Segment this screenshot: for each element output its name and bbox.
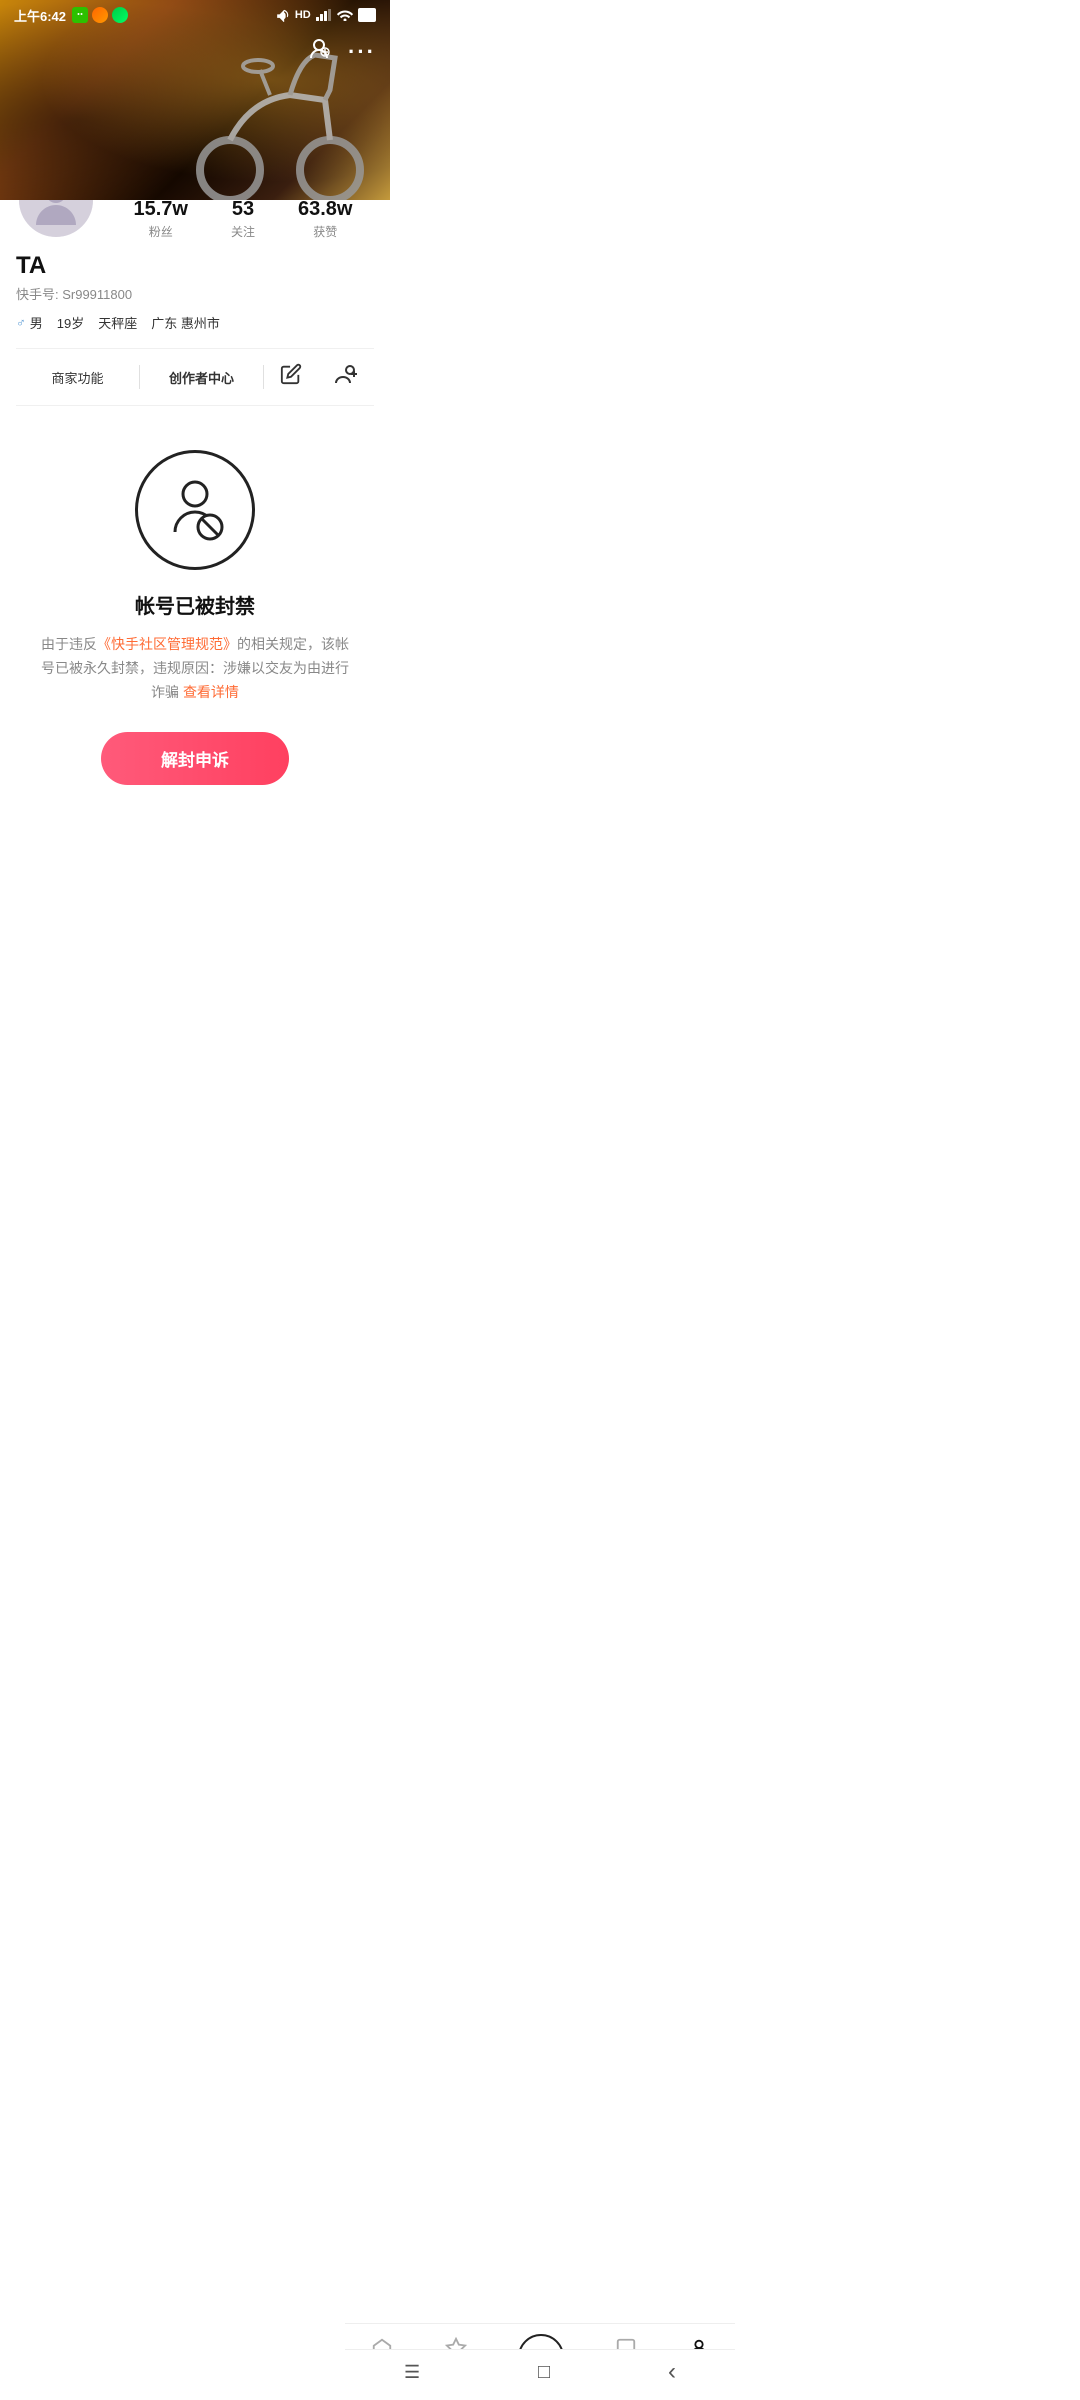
add-user-icon [334,363,358,385]
creator-center-btn[interactable]: 创作者中心 [140,364,263,391]
hd-badge: HD [295,9,311,21]
gender-tag: ♂ 男 [16,313,43,332]
edit-profile-btn[interactable] [264,359,318,395]
likes-count: 63.8w [298,198,352,221]
constellation-tag: 天秤座 [98,313,137,332]
wifi-icon [337,9,353,21]
likes-stat[interactable]: 63.8w 获赞 [298,198,352,240]
action-row: 商家功能 创作者中心 [16,348,374,406]
fans-count: 15.7w [134,198,188,221]
ban-icon [155,470,235,550]
battery-icon: 91 [358,8,376,22]
fans-stat[interactable]: 15.7w 粉丝 [134,198,188,240]
fans-label: 粉丝 [149,223,173,240]
ban-detail-link[interactable]: 查看详情 [183,684,239,700]
ban-icon-wrap [135,450,255,570]
app-icon-green [112,7,128,23]
more-options-icon[interactable]: ··· [348,39,376,65]
appeal-button[interactable]: 解封申诉 [101,732,289,785]
location-tag: 广东 惠州市 [151,313,220,332]
age-tag: 19岁 [57,313,84,332]
add-friend-btn[interactable] [318,359,374,395]
edit-icon [280,363,302,385]
ban-title: 帐号已被封禁 [135,590,255,619]
status-icons: HD 91 [276,8,376,22]
following-count: 53 [232,198,254,221]
ban-rule-highlight: 《快手社区管理规范》 [97,636,237,652]
bio-tags: ♂ 男 19岁 天秤座 广东 惠州市 [16,313,374,332]
ban-section: 帐号已被封禁 由于违反《快手社区管理规范》的相关规定，该帐号已被永久封禁，违规原… [0,430,390,865]
mute-icon [276,8,290,22]
kuaishou-id: 快手号: Sr99911800 [16,284,374,303]
wechat-icon [72,7,88,23]
location-label: 广东 惠州市 [151,313,220,332]
gender-icon: ♂ [16,315,26,330]
status-bar: 上午6:42 HD 91 [0,0,390,30]
username: TA [16,252,374,280]
likes-label: 获赞 [313,223,337,240]
ban-desc-pre: 由于违反 [41,636,97,652]
app-icon-orange [92,7,108,23]
ban-description: 由于违反《快手社区管理规范》的相关规定，该帐号已被永久封禁，违规原因：涉嫌以交友… [40,633,350,704]
following-stat[interactable]: 53 关注 [231,198,255,240]
cover-image: ··· [0,0,390,200]
profile-settings-icon[interactable] [306,36,332,67]
age-label: 19岁 [57,313,84,332]
constellation-label: 天秤座 [98,313,137,332]
signal-icon [316,9,332,21]
gender-label: 男 [30,313,43,332]
following-label: 关注 [231,223,255,240]
app-icons [72,7,128,23]
cover-top-icons: ··· [306,36,376,67]
status-time: 上午6:42 [14,6,66,25]
merchant-btn[interactable]: 商家功能 [16,364,139,391]
